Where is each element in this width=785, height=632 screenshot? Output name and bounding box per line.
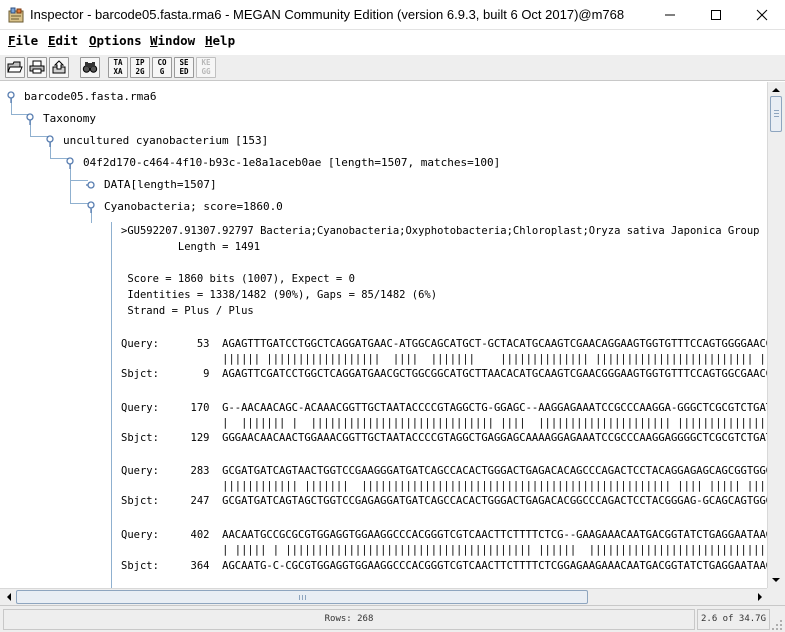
print-button[interactable]	[27, 57, 47, 78]
ip2g-button-label: IP 2G	[135, 58, 145, 76]
scrollbar-corner	[767, 588, 785, 605]
find-button[interactable]	[80, 57, 100, 78]
tree-connector	[111, 222, 112, 588]
rows-count: Rows: 268	[3, 609, 695, 630]
tree-node-label: Cyanobacteria; score=1860.0	[104, 200, 283, 213]
megan-app-icon	[8, 7, 24, 23]
open-icon	[7, 61, 23, 73]
query-line: Query: 402 AACAATGCCGCGCGTGGAGGTGGAAGGCC…	[121, 529, 767, 541]
tree-node-label: uncultured cyanobacterium [153]	[63, 134, 269, 147]
export-icon	[52, 60, 66, 74]
maximize-button[interactable]	[693, 0, 739, 30]
print-icon	[29, 60, 45, 74]
tree-node-label: barcode05.fasta.rma6	[24, 90, 157, 103]
vertical-scroll-thumb[interactable]	[770, 96, 782, 132]
sbjct-line: Sbjct: 129 GGGAACAACAACTGGAAACGGTTGCTAAT…	[121, 432, 767, 444]
window-title: Inspector - barcode05.fasta.rma6 - MEGAN…	[30, 7, 625, 22]
toolbar: TA XA IP 2G CO G SE ED KE GG	[0, 55, 785, 81]
query-line: Query: 170 G--AACAACAGC-ACAAACGGTTGCTAAT…	[121, 402, 767, 414]
collapse-handle-icon[interactable]	[45, 135, 55, 147]
scroll-left-icon[interactable]	[1, 589, 17, 605]
menu-edit[interactable]: Edit	[48, 33, 78, 48]
maximize-icon	[711, 10, 721, 20]
menu-window[interactable]: Window	[150, 33, 195, 48]
kegg-button[interactable]: KE GG	[196, 57, 216, 78]
minimize-button[interactable]	[647, 0, 693, 30]
export-button[interactable]	[49, 57, 69, 78]
collapse-handle-icon[interactable]	[6, 91, 16, 103]
sbjct-line: Sbjct: 247 GCGATGATCAGTAGCTGGTCCGAGAGGAT…	[121, 495, 767, 507]
collapse-handle-icon[interactable]	[65, 157, 75, 169]
taxa-button-label: TA XA	[113, 58, 123, 76]
horizontal-scrollbar[interactable]	[0, 588, 767, 605]
scroll-right-icon[interactable]	[752, 589, 768, 605]
close-icon	[756, 9, 768, 21]
find-icon	[82, 62, 98, 73]
menu-options[interactable]: Options	[89, 33, 142, 48]
ip2g-button[interactable]: IP 2G	[130, 57, 150, 78]
collapse-handle-icon[interactable]	[86, 201, 96, 213]
vertical-scrollbar[interactable]	[767, 82, 785, 588]
alignment-score: Score = 1860 bits (1007), Expect = 0	[121, 273, 355, 285]
menu-file[interactable]: File	[8, 33, 38, 48]
kegg-button-label: KE GG	[201, 58, 211, 76]
query-line: Query: 283 GCGATGATCAGTAACTGGTCCGAAGGGAT…	[121, 465, 767, 477]
alignment-text[interactable]: >GU592207.91307.92797 Bacteria;Cyanobact…	[121, 222, 767, 588]
title-bar: Inspector - barcode05.fasta.rma6 - MEGAN…	[0, 0, 785, 30]
query-line: Query: 53 AGAGTTTGATCCTGGCTCAGGATGAAC-AT…	[121, 338, 767, 350]
open-button[interactable]	[5, 57, 25, 78]
match-line: | ||||| | ||||||||||||||||||||||||||||||…	[121, 544, 767, 556]
menu-bar: File Edit Options Window Help	[0, 30, 785, 52]
minimize-icon	[665, 14, 675, 16]
memory-usage: 2.6 of 34.7G	[697, 609, 770, 630]
sbjct-line: Sbjct: 364 AGCAATG-C-CGCGTGGAGGTGGAAGGCC…	[121, 560, 767, 572]
seed-button-label: SE ED	[179, 58, 189, 76]
seed-button[interactable]: SE ED	[174, 57, 194, 78]
alignment-length: Length = 1491	[121, 241, 261, 253]
alignment-identities: Identities = 1338/1482 (90%), Gaps = 85/…	[121, 289, 438, 301]
cog-button-label: CO G	[157, 58, 167, 76]
tree-node-label: Taxonomy	[43, 112, 96, 125]
match-line: |||||||||||| ||||||| |||||||||||||||||||…	[121, 480, 767, 492]
alignment-strand: Strand = Plus / Plus	[121, 305, 254, 317]
cog-button[interactable]: CO G	[152, 57, 172, 78]
expand-handle-icon[interactable]	[86, 179, 96, 191]
horizontal-scroll-thumb[interactable]	[16, 590, 588, 604]
tree-node-label: DATA[length=1507]	[104, 178, 217, 191]
taxa-button[interactable]: TA XA	[108, 57, 128, 78]
sbjct-line: Sbjct: 9 AGAGTTCGATCCTGGCTCAGGATGAACGCTG…	[121, 368, 767, 380]
collapse-handle-icon[interactable]	[25, 113, 35, 125]
scroll-down-icon[interactable]	[768, 572, 784, 588]
tree-node-label: 04f2d170-c464-4f10-b93c-1e8a1aceb0ae [le…	[83, 156, 501, 169]
resize-grip-icon[interactable]	[771, 619, 783, 631]
tree-connector	[70, 164, 71, 204]
status-bar: Rows: 268 2.6 of 34.7G	[0, 605, 785, 632]
match-line: | ||||||| | ||||||||||||||||||||||||||||…	[121, 417, 767, 429]
alignment-header: >GU592207.91307.92797 Bacteria;Cyanobact…	[121, 225, 767, 237]
inspector-tree[interactable]: barcode05.fasta.rma6 Taxonomy uncultured…	[0, 82, 767, 588]
match-line: |||||| |||||||||||||||||| |||| ||||||| |…	[121, 353, 767, 365]
menu-help[interactable]: Help	[205, 33, 235, 48]
close-button[interactable]	[739, 0, 785, 30]
